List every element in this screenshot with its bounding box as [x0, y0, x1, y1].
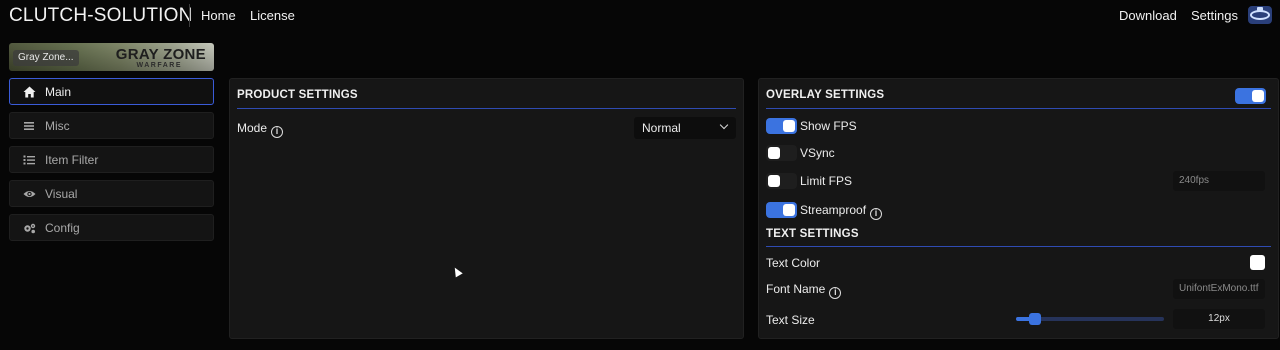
limit-fps-label: Limit FPS — [800, 174, 853, 188]
sidebar-item-label: Misc — [45, 119, 70, 133]
nav-home-link[interactable]: Home — [201, 8, 236, 23]
game-logo-sub: WARFARE — [136, 62, 182, 69]
sidebar-item-visual[interactable]: Visual — [9, 180, 214, 207]
info-icon[interactable]: i — [870, 208, 883, 220]
font-name-label-text: Font Name — [766, 282, 826, 296]
sidebar-item-label: Config — [45, 221, 80, 235]
eye-icon — [23, 191, 36, 197]
info-icon[interactable]: i — [271, 126, 284, 138]
brand-logo[interactable]: CLUTCH-SOLUTION — [9, 5, 193, 27]
mode-label: Mode i — [237, 121, 284, 138]
show-fps-toggle[interactable] — [766, 118, 797, 134]
streamproof-label-text: Streamproof — [800, 203, 867, 217]
sidebar-item-label: Item Filter — [45, 153, 99, 167]
nav-download-link[interactable]: Download — [1119, 8, 1177, 23]
sidebar-item-item-filter[interactable]: Item Filter — [9, 146, 214, 173]
sidebar-item-config[interactable]: Config — [9, 214, 214, 241]
nav-license-link[interactable]: License — [250, 8, 295, 23]
brand-divider — [189, 4, 190, 27]
text-size-value[interactable]: 12px — [1173, 309, 1265, 329]
streamproof-toggle[interactable] — [766, 202, 797, 218]
font-name-label: Font Name i — [766, 282, 842, 299]
game-logo: GRAY ZONE — [115, 46, 206, 63]
text-color-label: Text Color — [766, 256, 821, 270]
title-divider — [766, 108, 1271, 109]
sidebar-item-misc[interactable]: Misc — [9, 112, 214, 139]
vsync-label: VSync — [800, 146, 835, 160]
user-avatar[interactable] — [1248, 6, 1272, 24]
overlay-settings-panel: OVERLAY SETTINGS Show FPS VSync Limit FP… — [758, 78, 1279, 339]
slider-handle[interactable] — [1029, 313, 1042, 325]
limit-fps-toggle[interactable] — [766, 173, 797, 189]
section-divider — [766, 246, 1271, 247]
sidebar-item-label: Visual — [45, 187, 78, 201]
nav-settings-link[interactable]: Settings — [1191, 8, 1238, 23]
text-size-slider[interactable] — [1016, 313, 1164, 325]
product-settings-panel: PRODUCT SETTINGS Mode i Normal — [229, 78, 744, 339]
mode-label-text: Mode — [237, 121, 268, 135]
text-color-swatch[interactable] — [1250, 255, 1265, 270]
panel-title: PRODUCT SETTINGS — [237, 89, 358, 101]
show-fps-label: Show FPS — [800, 119, 857, 133]
section-title-text-settings: TEXT SETTINGS — [766, 228, 859, 240]
mode-select[interactable]: Normal — [634, 117, 736, 139]
game-label: Gray Zone... — [13, 50, 79, 66]
menu-icon — [24, 122, 34, 130]
panel-title: OVERLAY SETTINGS — [766, 89, 885, 101]
streamproof-label: Streamproof i — [800, 203, 883, 220]
vsync-toggle[interactable] — [766, 145, 797, 161]
sidebar-item-main[interactable]: Main — [9, 78, 214, 105]
fps-limit-input[interactable]: 240fps — [1173, 171, 1265, 191]
game-banner[interactable]: Gray Zone... GRAY ZONE WARFARE — [9, 43, 214, 71]
mode-select-value: Normal — [642, 121, 681, 135]
home-icon — [23, 86, 36, 98]
title-divider — [237, 108, 736, 109]
overlay-enable-toggle[interactable] — [1235, 88, 1266, 104]
sidebar-item-label: Main — [45, 85, 72, 99]
list-icon — [23, 155, 35, 165]
chevron-down-icon — [719, 120, 729, 130]
gears-icon — [24, 223, 36, 234]
text-size-label: Text Size — [766, 313, 815, 327]
info-icon[interactable]: i — [829, 287, 842, 299]
font-name-input[interactable]: UnifontExMono.ttf — [1173, 279, 1265, 299]
